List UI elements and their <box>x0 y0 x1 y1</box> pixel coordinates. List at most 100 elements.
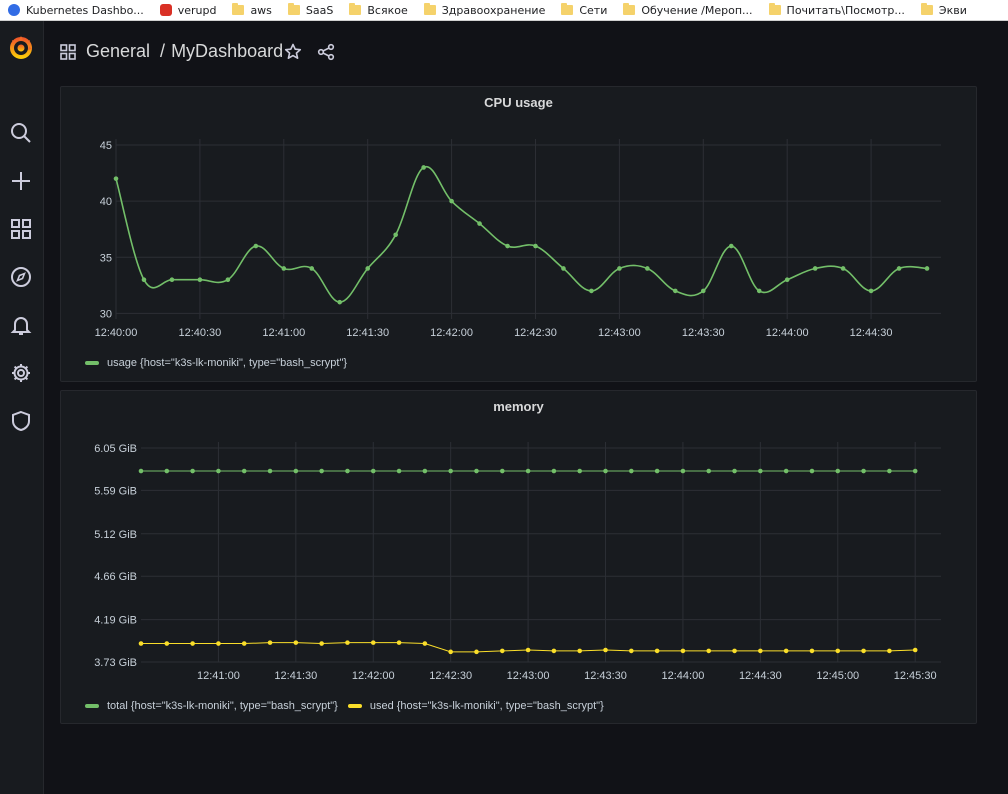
kubernetes-icon <box>8 4 20 16</box>
data-point <box>253 243 259 249</box>
server-admin-shield-icon[interactable] <box>7 407 35 435</box>
data-point <box>190 641 195 646</box>
search-icon[interactable] <box>7 119 35 147</box>
data-point <box>728 243 734 249</box>
data-point <box>887 648 892 654</box>
data-point <box>525 647 531 653</box>
data-point <box>577 468 583 474</box>
x-tick-label: 12:42:30 <box>429 670 472 682</box>
data-point <box>141 277 147 283</box>
share-icon[interactable] <box>317 43 335 66</box>
x-tick-label: 12:43:30 <box>682 327 725 339</box>
configuration-gear-icon[interactable] <box>7 359 35 387</box>
bookmark-label: Kubernetes Dashbo... <box>26 3 144 17</box>
x-tick-label: 12:41:30 <box>346 327 389 339</box>
data-point <box>706 468 712 474</box>
data-point <box>169 277 175 283</box>
data-point <box>809 648 815 654</box>
data-point <box>924 266 930 271</box>
grafana-logo-icon <box>10 36 32 59</box>
y-tick-label: 5.12 GiB <box>94 529 137 541</box>
alerting-bell-icon[interactable] <box>7 311 35 339</box>
folder-icon <box>623 3 636 15</box>
data-point <box>190 468 195 474</box>
data-point <box>758 468 763 474</box>
data-point <box>216 641 221 646</box>
bookmark-item[interactable]: Kubernetes Dashbo... <box>8 4 144 17</box>
x-tick-label: 12:44:00 <box>662 670 705 682</box>
bookmark-item[interactable]: Почитать\Посмотр... <box>768 3 905 17</box>
bookmark-label: Здравоохранение <box>441 3 546 17</box>
bookmark-label: verupd <box>177 3 217 17</box>
memory-panel[interactable]: memory 3.73 GiB 4.19 GiB 4.66 GiB 5.12 GiB 5… <box>60 390 977 724</box>
series-line <box>115 165 928 303</box>
y-tick-label: 3.73 GiB <box>94 657 137 669</box>
data-point <box>680 648 686 654</box>
legend-swatch <box>347 704 362 708</box>
data-point <box>345 640 350 645</box>
y-tick-label: 45 <box>100 140 112 152</box>
data-point <box>474 468 479 474</box>
x-tick-label: 12:42:00 <box>352 670 395 682</box>
data-point <box>732 468 737 474</box>
data-point <box>912 647 918 653</box>
data-point <box>783 648 789 654</box>
data-point <box>758 648 763 654</box>
x-tick-label: 12:43:00 <box>507 670 550 682</box>
data-point <box>861 648 866 654</box>
data-point <box>319 468 324 474</box>
bookmark-item[interactable]: Обучение /Мероп... <box>623 3 753 17</box>
dashboard-grid-icon <box>60 43 76 60</box>
dashboards-icon[interactable] <box>7 215 35 243</box>
data-point <box>561 266 566 271</box>
breadcrumb-folder[interactable]: General <box>86 41 150 62</box>
data-point <box>448 468 453 474</box>
explore-icon[interactable] <box>7 263 35 291</box>
breadcrumb: General / MyDashboard <box>60 41 283 62</box>
data-point <box>138 468 144 474</box>
legend-item-usage[interactable]: usage {host="k3s-lk-moniki", type="bash_… <box>85 357 347 369</box>
legend-item-total[interactable]: total {host="k3s-lk-moniki", type="bash_… <box>85 700 338 712</box>
grafana-logo[interactable] <box>7 33 35 61</box>
bookmark-item[interactable]: Здравоохранение <box>423 3 546 17</box>
data-point <box>617 266 622 271</box>
bookmark-item[interactable]: SaaS <box>287 3 333 17</box>
data-point <box>267 468 273 474</box>
y-tick-label: 4.19 GiB <box>94 615 137 627</box>
bookmark-label: aws <box>250 3 272 17</box>
data-point <box>393 232 398 238</box>
bookmark-item[interactable]: Сети <box>561 3 607 17</box>
legend-item-used[interactable]: used {host="k3s-lk-moniki", type="bash_s… <box>347 700 604 712</box>
bookmark-item[interactable]: verupd <box>159 3 217 17</box>
cpu-usage-panel[interactable]: CPU usage 30 35 40 45 12:40:00 12:40:30 12:41:… <box>60 86 977 382</box>
bookmark-item[interactable]: Экви <box>920 3 967 17</box>
data-point <box>505 243 510 249</box>
data-point <box>603 468 608 474</box>
bookmark-item[interactable]: aws <box>232 3 272 17</box>
data-point <box>654 648 660 654</box>
data-point <box>680 468 686 474</box>
bookmark-item[interactable]: Всякое <box>349 3 408 17</box>
data-point <box>812 266 818 271</box>
y-tick-label: 30 <box>100 308 112 320</box>
data-point <box>645 266 650 271</box>
dashboard-title[interactable]: MyDashboard <box>171 41 283 62</box>
x-tick-label: 12:43:30 <box>584 670 627 682</box>
data-point <box>868 288 874 294</box>
folder-icon <box>561 3 574 15</box>
data-point <box>551 468 557 474</box>
y-tick-label: 4.66 GiB <box>94 571 137 583</box>
data-point <box>603 647 608 653</box>
star-icon[interactable] <box>284 43 302 66</box>
data-point <box>577 648 583 654</box>
data-point <box>912 468 918 474</box>
y-tick-label: 6.05 GiB <box>94 443 137 455</box>
plus-icon[interactable] <box>7 167 35 195</box>
data-point <box>365 266 370 271</box>
data-point <box>525 468 531 474</box>
cpu-usage-chart: 30 35 40 45 12:40:00 12:40:30 12:41:00 12:41:30… <box>95 139 941 339</box>
data-point <box>629 648 634 654</box>
data-point <box>700 288 706 294</box>
cpu-legend: usage {host="k3s-lk-moniki", type="bash_… <box>85 357 357 369</box>
data-point <box>448 649 453 655</box>
